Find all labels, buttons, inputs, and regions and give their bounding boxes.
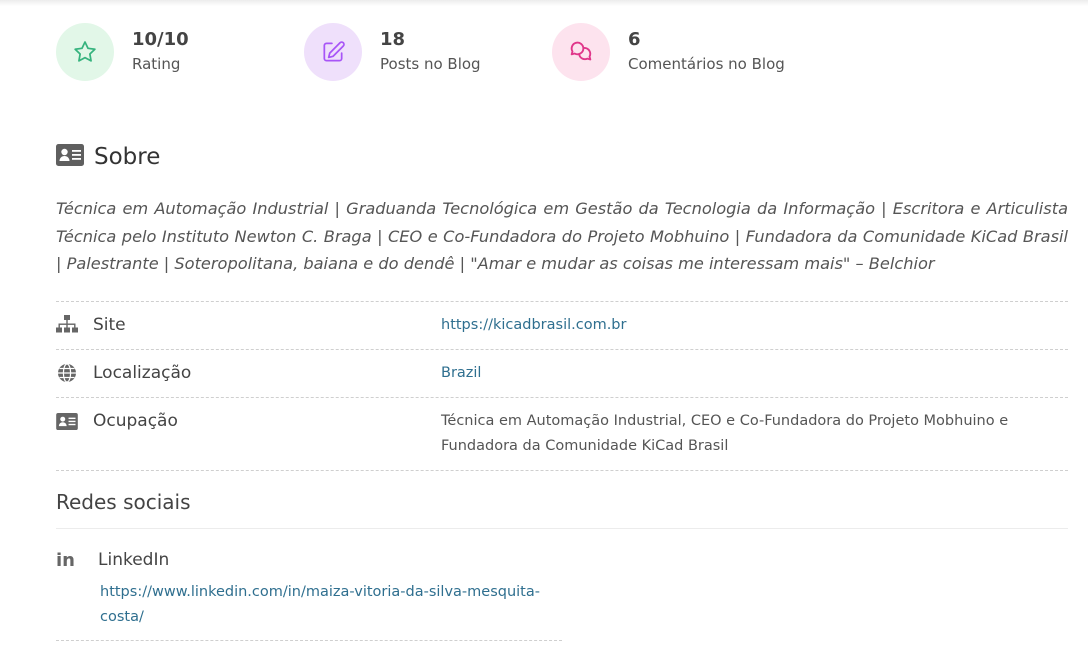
occupation-label: Ocupação: [93, 411, 178, 431]
stat-value: 6: [628, 29, 641, 50]
social-item-linkedin: in LinkedIn https://www.linkedin.com/in/…: [56, 546, 562, 641]
sitemap-icon: [56, 313, 78, 337]
info-row-site: Site https://kicadbrasil.com.br: [56, 302, 1068, 350]
occupation-value: Técnica em Automação Industrial, CEO e C…: [441, 413, 1009, 454]
profile-info-table: Site https://kicadbrasil.com.br Localiza…: [56, 301, 1068, 471]
location-link[interactable]: Brazil: [441, 365, 481, 381]
edit-icon: [304, 23, 362, 81]
stat-rating: 10/10 Rating: [56, 23, 304, 81]
stat-value: 10/10: [132, 29, 189, 50]
sobre-title: Sobre: [94, 144, 161, 170]
linkedin-link[interactable]: https://www.linkedin.com/in/maiza-vitori…: [100, 584, 540, 625]
site-link[interactable]: https://kicadbrasil.com.br: [441, 317, 626, 333]
divider: [56, 528, 1068, 529]
top-shadow: [0, 0, 1088, 6]
stat-label: Rating: [132, 55, 181, 73]
linkedin-icon: in: [56, 549, 75, 571]
stat-label: Posts no Blog: [380, 55, 481, 73]
location-label: Localização: [93, 363, 192, 383]
social-networks-title: Redes sociais: [56, 490, 191, 514]
info-row-occupation: Ocupação Técnica em Automação Industrial…: [56, 398, 1068, 471]
profile-stats: 10/10 Rating 18 Posts no Blog 6 Comentár…: [56, 23, 800, 81]
stat-comments: 6 Comentários no Blog: [552, 23, 800, 81]
site-label: Site: [93, 315, 126, 335]
linkedin-label: LinkedIn: [98, 550, 170, 570]
stat-value: 18: [380, 29, 406, 50]
stat-label: Comentários no Blog: [628, 55, 785, 73]
globe-icon: [56, 361, 78, 385]
info-row-location: Localização Brazil: [56, 350, 1068, 398]
bio-text: Técnica em Automação Industrial | Gradua…: [56, 199, 1068, 273]
stat-posts: 18 Posts no Blog: [304, 23, 552, 81]
id-card-icon: [56, 409, 78, 433]
sobre-header: Sobre: [56, 144, 160, 170]
star-icon: [56, 23, 114, 81]
chat-icon: [552, 23, 610, 81]
id-card-icon: [56, 144, 84, 170]
